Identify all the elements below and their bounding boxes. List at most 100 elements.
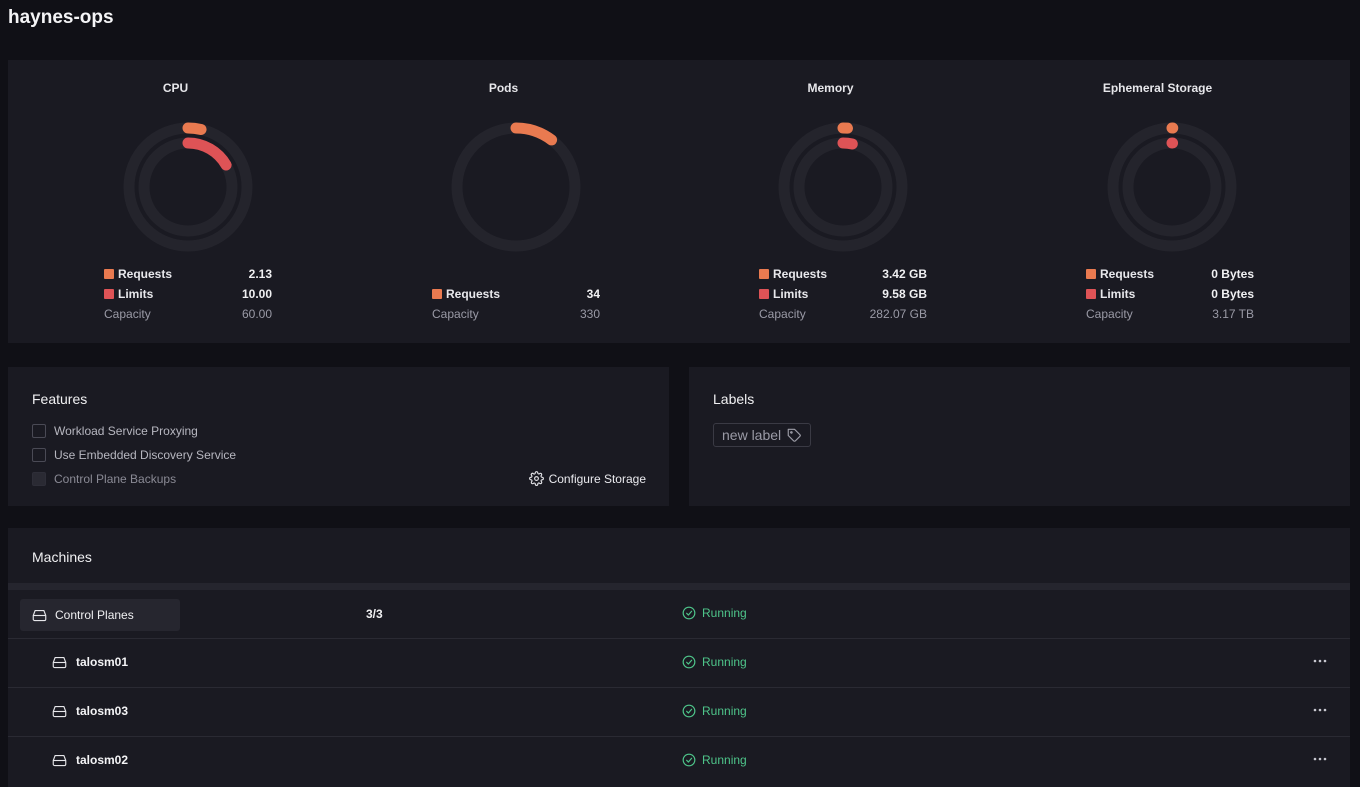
- checkbox[interactable]: [32, 424, 46, 438]
- legend-label: Capacity: [104, 307, 151, 321]
- stat-title: Pods: [488, 81, 519, 95]
- configure-storage-label: Configure Storage: [548, 471, 646, 486]
- server-icon: [52, 656, 67, 668]
- tag-icon: [787, 428, 801, 442]
- ephemeral-storage-gauge: [1107, 122, 1237, 252]
- labels-heading: Labels: [713, 391, 755, 407]
- legend-value: 282.07 GB: [869, 307, 927, 321]
- legend-capacity: Capacity 282.07 GB: [759, 307, 927, 327]
- machines-header-bar: [8, 583, 1350, 590]
- legend-limits: Limits 10.00: [104, 287, 272, 307]
- status-badge: Running: [682, 606, 747, 620]
- status-text: Running: [702, 704, 747, 718]
- status-badge: Running: [682, 753, 747, 767]
- legend-requests: Requests 2.13: [104, 267, 272, 287]
- machines-heading: Machines: [32, 549, 92, 565]
- legend-value: 330: [579, 307, 600, 321]
- legend-value: 34: [586, 287, 600, 301]
- status-text: Running: [702, 753, 747, 767]
- stat-legend: Requests 3.42 GB Limits 9.58 GB Capacity…: [759, 267, 927, 327]
- machine-link[interactable]: talosm02: [52, 753, 128, 767]
- requests-swatch: [432, 289, 442, 299]
- legend-requests: Requests 34: [432, 287, 600, 307]
- legend-label: Requests: [446, 287, 501, 301]
- configure-storage-button[interactable]: Configure Storage: [528, 471, 646, 486]
- server-icon: [32, 609, 47, 621]
- legend-label: Requests: [773, 267, 828, 281]
- legend-label: Capacity: [1086, 307, 1133, 321]
- machine-name: talosm02: [76, 753, 129, 767]
- stat-legend: Requests 0 Bytes Limits 0 Bytes Capacity…: [1086, 267, 1254, 327]
- status-badge: Running: [682, 704, 747, 718]
- legend-capacity: Capacity 3.17 TB: [1086, 307, 1254, 327]
- machine-row: talosm02 Running: [8, 737, 1350, 786]
- limits-swatch: [1086, 289, 1096, 299]
- stat-cpu: CPU Requests 2.13 Limits 10.00 Capacity …: [8, 60, 343, 343]
- stat-memory: Memory Requests 3.42 GB Limits 9.58 GB C…: [663, 60, 998, 343]
- features-heading: Features: [32, 391, 88, 407]
- machine-link[interactable]: talosm01: [52, 655, 128, 669]
- memory-gauge: [778, 122, 908, 252]
- new-label-button[interactable]: new label: [713, 423, 812, 447]
- check-circle-icon: [682, 655, 696, 669]
- check-circle-icon: [682, 606, 696, 620]
- stat-pods: Pods Requests 34 Capacity 330: [336, 60, 671, 343]
- limits-arc: [837, 137, 858, 150]
- machines-panel: Machines Control Planes 3/3 Running talo…: [8, 528, 1350, 787]
- requests-arc: [510, 122, 558, 146]
- stat-legend: Requests 34 Capacity 330: [432, 287, 600, 327]
- feature-label: Use Embedded Discovery Service: [54, 448, 237, 462]
- machine-row: talosm03 Running: [8, 688, 1350, 737]
- check-circle-icon: [682, 753, 696, 767]
- status-badge: Running: [682, 655, 747, 669]
- feature-label: Control Plane Backups: [54, 472, 177, 486]
- legend-value: 2.13: [248, 267, 272, 281]
- legend-value: 10.00: [241, 287, 272, 301]
- stat-title: Ephemeral Storage: [1102, 81, 1213, 95]
- more-options-icon[interactable]: [1312, 702, 1328, 718]
- legend-value: 3.17 TB: [1212, 307, 1254, 321]
- stat-legend: Requests 2.13 Limits 10.00 Capacity 60.0…: [104, 267, 272, 327]
- group-count: 3/3: [366, 607, 383, 621]
- checkbox-disabled: [32, 472, 46, 486]
- machine-name: talosm01: [76, 655, 129, 669]
- machine-link[interactable]: talosm03: [52, 704, 128, 718]
- stat-title: Memory: [807, 81, 854, 95]
- legend-capacity: Capacity 330: [432, 307, 600, 327]
- machine-name: talosm03: [76, 704, 129, 718]
- requests-swatch: [104, 269, 114, 279]
- feature-label: Workload Service Proxying: [54, 424, 198, 438]
- status-text: Running: [702, 606, 747, 620]
- more-options-icon[interactable]: [1312, 751, 1328, 767]
- requests-arc: [182, 122, 207, 135]
- legend-value: 9.58 GB: [882, 287, 927, 301]
- limits-swatch: [104, 289, 114, 299]
- legend-value: 3.42 GB: [882, 267, 927, 281]
- legend-label: Requests: [118, 267, 173, 281]
- legend-value: 0 Bytes: [1211, 267, 1254, 281]
- features-panel: Features Workload Service Proxying Use E…: [8, 367, 669, 506]
- status-text: Running: [702, 655, 747, 669]
- legend-label: Requests: [1100, 267, 1155, 281]
- limits-swatch: [759, 289, 769, 299]
- legend-label: Limits: [773, 287, 809, 301]
- machine-row: talosm01 Running: [8, 639, 1350, 688]
- more-options-icon[interactable]: [1312, 653, 1328, 669]
- control-planes-toggle[interactable]: Control Planes: [20, 599, 180, 631]
- requests-swatch: [759, 269, 769, 279]
- limits-track: [1122, 137, 1222, 237]
- checkbox[interactable]: [32, 448, 46, 462]
- legend-label: Limits: [1100, 287, 1136, 301]
- legend-capacity: Capacity 60.00: [104, 307, 272, 327]
- legend-limits: Limits 9.58 GB: [759, 287, 927, 307]
- limits-arc: [182, 137, 232, 171]
- server-icon: [52, 754, 67, 766]
- server-icon: [52, 705, 67, 717]
- legend-label: Capacity: [759, 307, 806, 321]
- requests-track: [451, 122, 581, 252]
- gear-icon: [528, 471, 544, 486]
- cluster-stats-panel: CPU Requests 2.13 Limits 10.00 Capacity …: [8, 60, 1350, 343]
- legend-limits: Limits 0 Bytes: [1086, 287, 1254, 307]
- cpu-gauge: [123, 122, 253, 252]
- legend-label: Limits: [118, 287, 154, 301]
